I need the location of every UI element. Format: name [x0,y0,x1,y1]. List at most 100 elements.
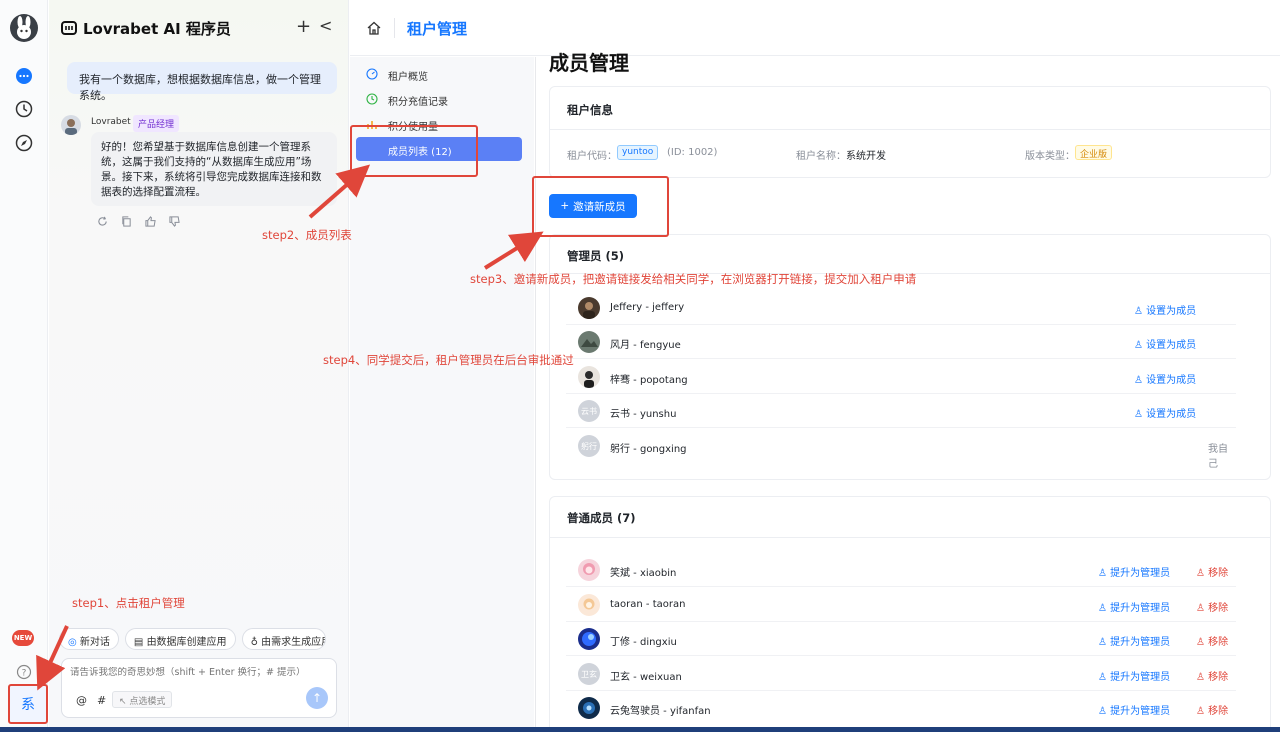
icon-rail: NEW ? 系 [0,0,48,732]
generate-from-requirement-button[interactable]: ♁ 由需求生成应用 [241,628,326,650]
top-header: 租户管理 [350,0,1280,56]
member-name: 云兔驾驶员 - yifanfan [610,706,711,717]
remove-member-button[interactable]: ♙ 移除 [1196,564,1228,579]
step3-note: step3、邀请新成员，把邀请链接发给相关同学，在浏览器打开链接，提交加入租户申… [470,272,917,286]
user-icon: ♙ [1134,340,1143,351]
select-mode-button[interactable]: ↖ 点选模式 [112,691,173,708]
admin-row: Jeffery - jeffery ♙ 设置为成员 [566,291,1236,325]
avatar: 躬行 [578,435,600,457]
tenant-code-label: 租户代码： [567,151,617,162]
bot-role-badge: 产品经理 [133,115,180,132]
chat-input-box: @ # ↖ 点选模式 ↑ [61,658,337,718]
tenant-name-label: 租户名称： [796,151,846,162]
chat-bubble-icon[interactable] [12,64,36,88]
chat-input[interactable] [70,667,320,678]
remove-member-button[interactable]: ♙ 移除 [1196,599,1228,614]
set-as-member-button[interactable]: ♙ 设置为成员 [1134,405,1196,420]
recharge-icon [366,93,378,105]
avatar [578,366,600,388]
member-name: 躬行 - gongxing [610,444,687,455]
remove-member-button[interactable]: ♙ 移除 [1196,702,1228,717]
step3-highlight-box [532,176,669,237]
admins-title: 管理员 (5) [567,249,625,263]
promote-to-admin-button[interactable]: ♙ 提升为管理员 [1098,668,1170,683]
remove-member-button[interactable]: ♙ 移除 [1196,633,1228,648]
chat-title: Lovrabet AI 程序员 [83,20,231,38]
svg-text:?: ? [22,669,27,679]
home-icon[interactable] [366,20,382,36]
user-icon: ♙ [1134,409,1143,420]
rabbit-logo-icon[interactable] [10,14,38,42]
user-remove-icon: ♙ [1196,672,1205,683]
hashtag-button[interactable]: # [97,694,106,707]
user-message: 我有一个数据库，想根据数据库信息，做一个管理系统。 [67,62,337,102]
history-clock-icon[interactable] [12,97,36,121]
user-icon: ♙ [1134,306,1143,317]
user-icon: ♙ [1098,672,1107,683]
thumbs-up-icon[interactable] [143,214,157,228]
set-as-member-button[interactable]: ♙ 设置为成员 [1134,302,1196,317]
user-icon: ♙ [1098,603,1107,614]
refresh-icon[interactable] [95,214,109,228]
database-icon: ▤ [133,637,144,648]
new-badge[interactable]: NEW [12,630,34,646]
remove-member-button[interactable]: ♙ 移除 [1196,668,1228,683]
admin-row: 梓骞 - popotang ♙ 设置为成员 [566,360,1236,394]
message-actions [95,214,181,228]
avatar [578,594,600,616]
member-name: Jeffery - jeffery [610,302,685,313]
collapse-panel-icon[interactable]: < [319,16,332,35]
set-as-member-button[interactable]: ♙ 设置为成员 [1134,371,1196,386]
admin-row: 躬行 躬行 - gongxing 我自己 [566,429,1236,470]
subnav-item-overview[interactable]: 租户概览 [356,62,522,86]
compass-icon[interactable] [12,131,36,155]
new-chat-plus-icon[interactable]: + [296,16,311,37]
thumbs-down-icon[interactable] [167,214,181,228]
chat-header: Lovrabet AI 程序员 + < [49,0,349,56]
tenant-code-tag: yuntoo [617,145,659,160]
promote-to-admin-button[interactable]: ♙ 提升为管理员 [1098,564,1170,579]
user-remove-icon: ♙ [1196,637,1205,648]
quick-actions: ◎ 新对话 ▤ 由数据库创建应用 ♁ 由需求生成应用 [59,628,326,650]
member-management-main: 成员管理 租户信息 租户代码： yuntoo (ID: 1002) 租户名称： … [535,51,1280,732]
user-icon: ♙ [1098,706,1107,717]
member-row: 丁修 - dingxiu ♙ 提升为管理员 ♙ 移除 [566,622,1236,656]
user-icon: ♙ [1098,637,1107,648]
admin-row: 风月 - fengyue ♙ 设置为成员 [566,325,1236,359]
member-row: 云兔驾驶员 - yifanfan ♙ 提升为管理员 ♙ 移除 [566,691,1236,725]
page-title: 租户管理 [407,20,468,38]
bot-avatar [61,115,81,135]
member-name: 梓骞 - popotang [610,375,688,386]
step4-note: step4、同学提交后，租户管理员在后台审批通过 [323,353,574,367]
mention-button[interactable]: @ [76,694,87,707]
tenant-info-card: 租户信息 租户代码： yuntoo (ID: 1002) 租户名称： 系统开发 … [549,86,1271,178]
help-icon[interactable]: ? [12,660,36,684]
lovrabet-logo-icon [61,20,77,36]
promote-to-admin-button[interactable]: ♙ 提升为管理员 [1098,633,1170,648]
member-row: 卫玄 卫玄 - weixuan ♙ 提升为管理员 ♙ 移除 [566,657,1236,691]
promote-to-admin-button[interactable]: ♙ 提升为管理员 [1098,599,1170,614]
member-row: 笑斌 - xiaobin ♙ 提升为管理员 ♙ 移除 [566,553,1236,587]
set-as-member-button[interactable]: ♙ 设置为成员 [1134,336,1196,351]
member-row: taoran - taoran ♙ 提升为管理员 ♙ 移除 [566,588,1236,622]
step2-note: step2、成员列表 [262,228,352,242]
main-heading: 成员管理 [549,51,629,75]
bulb-icon: ♁ [250,637,258,648]
avatar [578,697,600,719]
header-divider [394,18,395,38]
member-name: 卫玄 - weixuan [610,672,682,683]
member-name: 丁修 - dingxiu [610,637,677,648]
copy-icon[interactable] [119,214,133,228]
system-button[interactable]: 系 [8,684,48,724]
bot-name: Lovrabet [91,117,131,127]
send-arrow-icon[interactable]: ↑ [306,687,328,709]
promote-to-admin-button[interactable]: ♙ 提升为管理员 [1098,702,1170,717]
tenant-info-title: 租户信息 [567,103,613,117]
member-name: 笑斌 - xiaobin [610,568,677,579]
user-icon: ♙ [1098,568,1107,579]
subnav-item-recharge[interactable]: 积分充值记录 [356,87,522,111]
version-type-label: 版本类型： [1025,151,1075,162]
new-chat-button[interactable]: ◎ 新对话 [59,628,119,650]
avatar: 卫玄 [578,663,600,685]
create-from-database-button[interactable]: ▤ 由数据库创建应用 [124,628,236,650]
